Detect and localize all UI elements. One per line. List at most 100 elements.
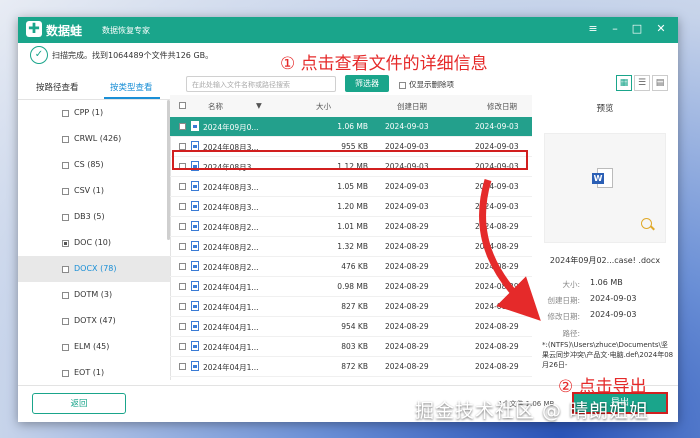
checkbox[interactable] bbox=[62, 344, 69, 351]
search-input[interactable]: 在此处输入文件名称或路径搜索 bbox=[186, 76, 336, 92]
sidebar-item-crwl[interactable]: CRWL (426) bbox=[18, 126, 170, 152]
sidebar-item-csv[interactable]: CSV (1) bbox=[18, 178, 170, 204]
cell-modified: 2024-08-29 bbox=[475, 322, 519, 331]
docx-file-icon bbox=[191, 221, 199, 231]
column-header-modified[interactable]: 修改日期 bbox=[487, 101, 517, 112]
checkbox[interactable] bbox=[62, 266, 69, 273]
sidebar-item-label: DOTX (47) bbox=[74, 316, 116, 325]
list-view-icon[interactable]: ☰ bbox=[634, 75, 650, 91]
cell-modified: 2024-08-29 bbox=[475, 242, 519, 251]
path-label: 路径: bbox=[562, 329, 580, 338]
row-checkbox[interactable] bbox=[179, 363, 186, 370]
row-checkbox[interactable] bbox=[179, 123, 186, 130]
checkbox[interactable] bbox=[62, 188, 69, 195]
sidebar-item-eot[interactable]: EOT (1) bbox=[18, 360, 170, 380]
cell-size: 1.32 MB bbox=[337, 242, 368, 251]
sidebar-item-db3[interactable]: DB3 (5) bbox=[18, 204, 170, 230]
checkbox[interactable] bbox=[62, 110, 69, 117]
table-row[interactable]: 2024年08月3... 1.05 MB 2024-09-03 2024-09-03 bbox=[170, 177, 532, 197]
table-row[interactable]: 2024年04月1... 954 KB 2024-08-29 2024-08-29 bbox=[170, 317, 532, 337]
cell-name: 2024年08月2... bbox=[203, 243, 259, 252]
sidebar-item-dotm[interactable]: DOTM (3) bbox=[18, 282, 170, 308]
checkbox[interactable] bbox=[62, 162, 69, 169]
show-deleted-label: 仅显示删除项 bbox=[409, 80, 454, 89]
checkbox[interactable] bbox=[62, 240, 69, 247]
maximize-icon[interactable]: □ bbox=[628, 20, 646, 38]
watermark-text: 掘金技术社区 @ 晴朗姐姐 bbox=[415, 400, 650, 422]
column-header-size[interactable]: 大小 bbox=[316, 101, 331, 112]
table-row[interactable]: 2024年08月2... 476 KB 2024-08-29 2024-08-29 bbox=[170, 257, 532, 277]
row-checkbox[interactable] bbox=[179, 263, 186, 270]
row-checkbox[interactable] bbox=[179, 283, 186, 290]
sidebar-item-label: DB3 (5) bbox=[74, 212, 105, 221]
sidebar-item-cs[interactable]: CS (85) bbox=[18, 152, 170, 178]
size-value: 1.06 MB bbox=[590, 278, 623, 287]
table-header: 名称 ▼ 大小 创建日期 修改日期 bbox=[170, 95, 532, 118]
title-bar: ✚ 数据蛙 数据恢复专家 ≡ – □ ✕ bbox=[18, 17, 678, 43]
table-row[interactable]: 2024年08月2... 1.32 MB 2024-08-29 2024-08-29 bbox=[170, 237, 532, 257]
docx-file-icon bbox=[191, 201, 199, 211]
highlight-box bbox=[172, 150, 528, 170]
row-checkbox[interactable] bbox=[179, 223, 186, 230]
show-deleted-checkbox[interactable] bbox=[399, 81, 406, 89]
row-checkbox[interactable] bbox=[179, 243, 186, 250]
checkbox[interactable] bbox=[62, 214, 69, 221]
column-header-name[interactable]: 名称 bbox=[208, 101, 223, 112]
modified-value: 2024-09-03 bbox=[590, 310, 637, 319]
select-all-checkbox[interactable] bbox=[179, 102, 186, 109]
table-row[interactable]: 2024年08月3... 1.20 MB 2024-09-03 2024-09-03 bbox=[170, 197, 532, 217]
filter-button[interactable]: 筛选器 bbox=[345, 75, 389, 92]
zoom-icon[interactable] bbox=[641, 218, 652, 229]
menu-icon[interactable]: ≡ bbox=[584, 20, 602, 38]
sidebar-item-cpp[interactable]: CPP (1) bbox=[18, 100, 170, 126]
cell-name: 2024年04月1... bbox=[203, 343, 259, 352]
docx-file-icon bbox=[191, 181, 199, 191]
detail-view-icon[interactable]: ▤ bbox=[652, 75, 668, 91]
minimize-icon[interactable]: – bbox=[606, 20, 624, 38]
docx-file-icon bbox=[191, 341, 199, 351]
checkbox[interactable] bbox=[62, 318, 69, 325]
sort-desc-icon[interactable]: ▼ bbox=[256, 101, 262, 110]
table-row[interactable]: 2024年04月1... 872 KB 2024-08-29 2024-08-29 bbox=[170, 357, 532, 377]
table-row[interactable]: 2024年09月0... 1.06 MB 2024-09-03 2024-09-03 bbox=[170, 117, 532, 137]
created-value: 2024-09-03 bbox=[590, 294, 637, 303]
cell-size: 476 KB bbox=[341, 262, 368, 271]
table-row[interactable]: 2024年08月2... 1.01 MB 2024-08-29 2024-08-29 bbox=[170, 217, 532, 237]
sidebar-item-label: ELM (45) bbox=[74, 342, 110, 351]
row-checkbox[interactable] bbox=[179, 203, 186, 210]
cell-name: 2024年04月1... bbox=[203, 363, 259, 372]
modified-label: 修改日期: bbox=[547, 312, 580, 321]
table-row[interactable]: 2024年04月1... 803 KB 2024-08-29 2024-08-29 bbox=[170, 337, 532, 357]
row-checkbox[interactable] bbox=[179, 323, 186, 330]
tab-by-type[interactable]: 按类型查看 bbox=[110, 81, 153, 93]
scan-status-text: 扫描完成。找到1064489个文件共126 GB。 bbox=[52, 51, 214, 60]
sidebar-item-doc[interactable]: DOC (10) bbox=[18, 230, 170, 256]
cell-name: 2024年08月2... bbox=[203, 223, 259, 232]
sidebar-item-elm[interactable]: ELM (45) bbox=[18, 334, 170, 360]
checkbox[interactable] bbox=[62, 136, 69, 143]
table-row[interactable]: 2024年04月1... 827 KB 2024-08-29 2024-08-29 bbox=[170, 297, 532, 317]
row-checkbox[interactable] bbox=[179, 343, 186, 350]
app-window: ✚ 数据蛙 数据恢复专家 ≡ – □ ✕ ✓ 扫描完成。找到1064489个文件… bbox=[18, 17, 678, 422]
checkbox[interactable] bbox=[62, 292, 69, 299]
sidebar-item-dotx[interactable]: DOTX (47) bbox=[18, 308, 170, 334]
show-deleted-toggle[interactable]: 仅显示删除项 bbox=[399, 79, 454, 90]
sidebar-item-docx[interactable]: DOCX (78) bbox=[18, 256, 170, 282]
tab-by-path[interactable]: 按路径查看 bbox=[36, 81, 79, 93]
app-subtitle: 数据恢复专家 bbox=[102, 26, 150, 35]
checkbox[interactable] bbox=[62, 370, 69, 377]
back-button[interactable]: 返回 bbox=[32, 393, 126, 414]
cell-name: 2024年09月0... bbox=[203, 123, 259, 132]
grid-view-icon[interactable]: ▦ bbox=[616, 75, 632, 91]
table-row[interactable]: 2024年04月1... 0.98 MB 2024-08-29 2024-08-29 bbox=[170, 277, 532, 297]
row-checkbox[interactable] bbox=[179, 143, 186, 150]
cell-created: 2024-09-03 bbox=[385, 122, 429, 131]
column-header-created[interactable]: 创建日期 bbox=[397, 101, 427, 112]
cell-size: 1.05 MB bbox=[337, 182, 368, 191]
close-icon[interactable]: ✕ bbox=[652, 20, 670, 38]
cell-created: 2024-09-03 bbox=[385, 202, 429, 211]
row-checkbox[interactable] bbox=[179, 183, 186, 190]
row-checkbox[interactable] bbox=[179, 303, 186, 310]
file-table: 名称 ▼ 大小 创建日期 修改日期 2024年09月0... 1.06 MB 202… bbox=[170, 95, 532, 385]
sidebar-item-label: EOT (1) bbox=[74, 368, 105, 377]
